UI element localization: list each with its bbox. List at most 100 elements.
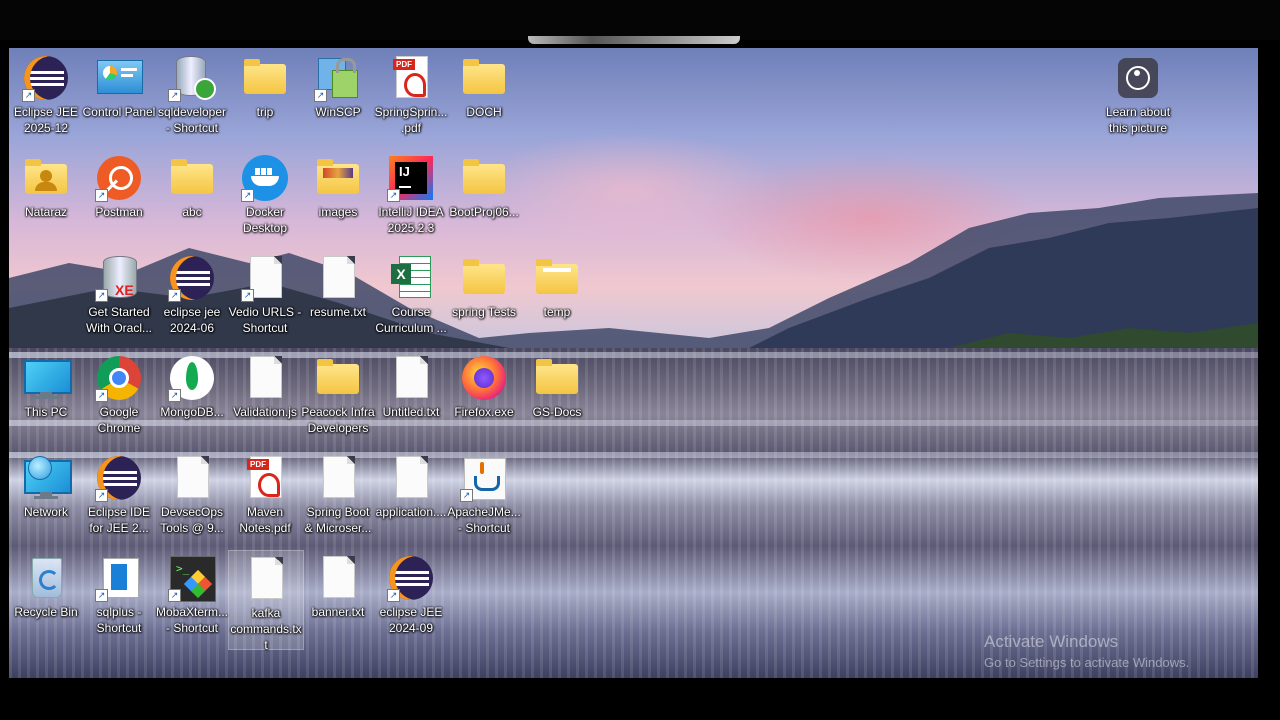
- icon-label: GS-Docs: [532, 405, 582, 419]
- network-icon: [22, 454, 72, 502]
- folder-icon: [241, 54, 289, 102]
- icon-label: Eclipse JEE 2025-12: [13, 105, 79, 135]
- icon-label: BootProj06...: [449, 205, 519, 219]
- document-icon: [387, 454, 435, 502]
- icon-label: Postman: [95, 205, 143, 219]
- icon-label: Recycle Bin: [14, 605, 78, 619]
- desktop-icon-maven-notes-pdf[interactable]: PDF Maven Notes.pdf: [228, 450, 302, 546]
- document-icon: [387, 354, 435, 402]
- user-folder-icon: [22, 154, 70, 202]
- desktop-icon-gs-docs[interactable]: GS-Docs: [520, 350, 594, 446]
- icon-label: Network: [23, 505, 68, 519]
- desktop-icon-banner-txt[interactable]: banner.txt: [301, 550, 375, 646]
- icon-label: eclipse jee 2024-06: [163, 305, 221, 335]
- icon-label: Untitled.txt: [382, 405, 440, 419]
- desktop-icon-temp[interactable]: temp: [520, 250, 594, 346]
- desktop-icon-peacock-infra[interactable]: Peacock Infra Developers: [301, 350, 375, 446]
- icon-label: Maven Notes.pdf: [239, 505, 291, 535]
- desktop-icon-validation-js[interactable]: Validation.js: [228, 350, 302, 446]
- desktop-icon-google-chrome[interactable]: ↗ Google Chrome: [82, 350, 156, 446]
- activation-watermark-subtitle: Go to Settings to activate Windows.: [984, 655, 1190, 670]
- recycle-bin-icon: [22, 554, 70, 602]
- desktop-icon-images[interactable]: images: [301, 150, 375, 246]
- desktop-icon-springsprin-pdf[interactable]: PDF SpringSprin... .pdf: [374, 50, 448, 146]
- desktop-icon-eclipse-jee-2024-06[interactable]: ↗ eclipse jee 2024-06: [155, 250, 229, 346]
- desktop-icon-bootproj06[interactable]: BootProj06...: [447, 150, 521, 246]
- icon-label: Spring Boot & Microser...: [304, 505, 372, 535]
- chrome-icon: ↗: [95, 354, 143, 402]
- learn-about-picture[interactable]: Learn about this picture: [1101, 50, 1175, 146]
- desktop-icon-mongodb[interactable]: ↗ MongoDB...: [155, 350, 229, 446]
- icon-label: Get Started With Oracl...: [85, 305, 152, 335]
- desktop-icon-mobaxterm[interactable]: >_ ↗ MobaXterm... - Shortcut: [155, 550, 229, 646]
- oracle-xe-icon: XE ↗: [95, 254, 143, 302]
- icon-label: MobaXterm... - Shortcut: [155, 605, 229, 635]
- desktop-icon-nataraz[interactable]: Nataraz: [9, 150, 83, 246]
- desktop-icon-get-started-oracle[interactable]: XE ↗ Get Started With Oracl...: [82, 250, 156, 346]
- icon-label: Course Curriculum ...: [375, 305, 447, 335]
- desktop-icon-untitled-txt[interactable]: Untitled.txt: [374, 350, 448, 446]
- excel-icon: X: [387, 254, 435, 302]
- icon-label: MongoDB...: [160, 405, 224, 419]
- eclipse-icon: ↗: [168, 254, 216, 302]
- folder-icon: [533, 254, 581, 302]
- desktop-icon-spring-tests[interactable]: spring Tests: [447, 250, 521, 346]
- document-icon: [314, 254, 362, 302]
- icon-label: DOCH: [466, 105, 502, 119]
- folder-icon: [460, 154, 508, 202]
- mobaxterm-icon: >_ ↗: [168, 554, 216, 602]
- icon-label: Vedio URLS - Shortcut: [228, 305, 302, 335]
- desktop-icon-course-curriculum[interactable]: X Course Curriculum ...: [374, 250, 448, 346]
- desktop-icon-postman[interactable]: ↗ Postman: [82, 150, 156, 246]
- desktop-icon-sqlplus[interactable]: ↗ sqlplus - Shortcut: [82, 550, 156, 646]
- sqldeveloper-icon: ↗: [168, 54, 216, 102]
- icon-label: sqlplus - Shortcut: [96, 605, 142, 635]
- desktop-icon-network[interactable]: Network: [9, 450, 83, 546]
- winscp-icon: ↗: [314, 54, 362, 102]
- desktop-icon-intellij-idea[interactable]: IJ ↗ IntelliJ IDEA 2025.2.3: [374, 150, 448, 246]
- document-icon: [314, 554, 362, 602]
- document-icon: [242, 555, 290, 603]
- desktop-icon-vedio-urls[interactable]: ↗ Vedio URLS - Shortcut: [228, 250, 302, 346]
- icon-label: trip: [256, 105, 274, 119]
- icon-label: spring Tests: [452, 305, 516, 319]
- pdf-icon: PDF: [241, 454, 289, 502]
- desktop-icon-sqldeveloper[interactable]: ↗ sqldeveloper - Shortcut: [155, 50, 229, 146]
- desktop-icon-this-pc[interactable]: This PC: [9, 350, 83, 446]
- folder-icon: [460, 54, 508, 102]
- desktop-icon-devsecops-tools[interactable]: DevsecOps Tools @ 9...: [155, 450, 229, 546]
- document-icon: [168, 454, 216, 502]
- document-icon: ↗: [241, 254, 289, 302]
- folder-icon: [168, 154, 216, 202]
- eclipse-icon: ↗: [22, 54, 70, 102]
- icon-label: Control Panel: [82, 105, 156, 119]
- desktop-icon-trip[interactable]: trip: [228, 50, 302, 146]
- desktop-icon-eclipse-jee-2025-12[interactable]: ↗ Eclipse JEE 2025-12: [9, 50, 83, 146]
- icon-label: temp: [543, 305, 571, 319]
- folder-icon: [314, 354, 362, 402]
- document-icon: [241, 354, 289, 402]
- java-icon: ↗: [460, 454, 508, 502]
- desktop-icon-eclipse-jee-2024-09[interactable]: ↗ eclipse JEE 2024-09: [374, 550, 448, 646]
- intellij-icon: IJ ↗: [387, 154, 435, 202]
- desktop-icon-abc[interactable]: abc: [155, 150, 229, 246]
- desktop-icon-winscp[interactable]: ↗ WinSCP: [301, 50, 375, 146]
- folder-icon: [314, 154, 362, 202]
- mongodb-icon: ↗: [168, 354, 216, 402]
- icon-label: Eclipse IDE for JEE 2...: [87, 505, 151, 535]
- desktop[interactable]: ↗ Eclipse JEE 2025-12 Control Panel ↗ sq…: [9, 48, 1258, 678]
- desktop-icon-kafka-commands[interactable]: kafka commands.tx t: [228, 550, 304, 652]
- desktop-icon-doch[interactable]: DOCH: [447, 50, 521, 146]
- desktop-icon-docker-desktop[interactable]: ↗ Docker Desktop: [228, 150, 302, 246]
- desktop-icon-firefox[interactable]: Firefox.exe: [447, 350, 521, 446]
- desktop-icon-control-panel[interactable]: Control Panel: [82, 50, 156, 146]
- desktop-icon-eclipse-ide-jee[interactable]: ↗ Eclipse IDE for JEE 2...: [82, 450, 156, 546]
- folder-icon: [533, 354, 581, 402]
- desktop-icon-application[interactable]: application....: [374, 450, 448, 546]
- desktop-icon-spring-boot-microservices[interactable]: Spring Boot & Microser...: [301, 450, 375, 546]
- desktop-icon-apache-jmeter[interactable]: ↗ ApacheJMe... - Shortcut: [447, 450, 521, 546]
- icon-label: sqldeveloper - Shortcut: [157, 105, 227, 135]
- desktop-icon-resume-txt[interactable]: resume.txt: [301, 250, 375, 346]
- desktop-icon-recycle-bin[interactable]: Recycle Bin: [9, 550, 83, 646]
- window-edge-indicator: [528, 36, 740, 44]
